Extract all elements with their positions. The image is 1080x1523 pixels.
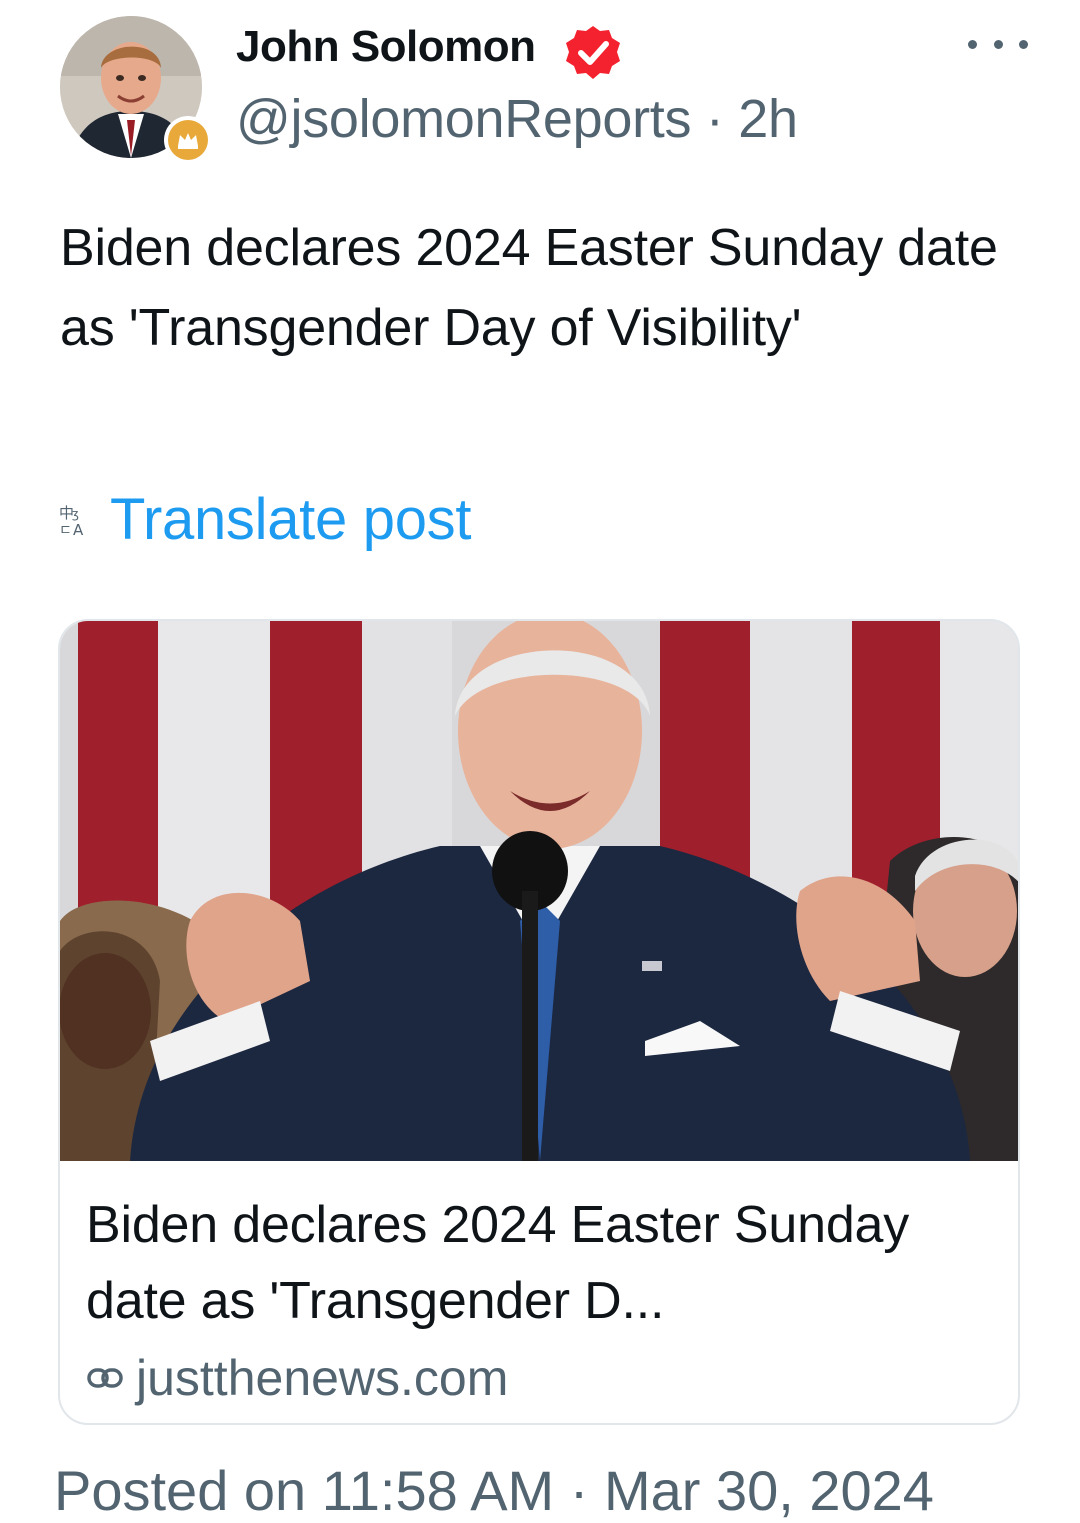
author-handle[interactable]: @jsolomonReports bbox=[236, 89, 692, 149]
translate-post-button[interactable]: 中 ʒ ㄷ A Translate post bbox=[58, 486, 471, 553]
link-icon bbox=[87, 1368, 123, 1388]
card-title[interactable]: Biden declares 2024 Easter Sunday date a… bbox=[86, 1187, 986, 1339]
tweet-text: Biden declares 2024 Easter Sunday date a… bbox=[60, 219, 998, 357]
svg-text:A: A bbox=[73, 521, 84, 537]
more-options-icon[interactable] bbox=[968, 22, 1028, 66]
svg-text:ʒ: ʒ bbox=[72, 507, 79, 521]
meta-separator: · bbox=[705, 89, 724, 149]
author-meta: @jsolomonReports · 2h bbox=[236, 88, 798, 150]
posted-timestamp: Posted on 11:58 AM · Mar 30, 2024 bbox=[54, 1459, 934, 1522]
post-time[interactable]: 2h bbox=[738, 89, 798, 149]
card-domain-row[interactable]: justthenews.com bbox=[86, 1349, 508, 1407]
svg-text:ㄷ: ㄷ bbox=[59, 523, 72, 537]
author-display-name[interactable]: John Solomon bbox=[236, 22, 536, 72]
crown-badge bbox=[164, 116, 212, 164]
translate-icon: 中 ʒ ㄷ A bbox=[59, 504, 84, 537]
crown-icon bbox=[168, 120, 208, 160]
link-preview-card[interactable]: Biden declares 2024 Easter Sunday date a… bbox=[58, 619, 1020, 1425]
translate-label: Translate post bbox=[110, 487, 472, 552]
card-domain: justthenews.com bbox=[136, 1350, 509, 1406]
article-image bbox=[60, 621, 1018, 1161]
verified-icon bbox=[564, 24, 622, 82]
